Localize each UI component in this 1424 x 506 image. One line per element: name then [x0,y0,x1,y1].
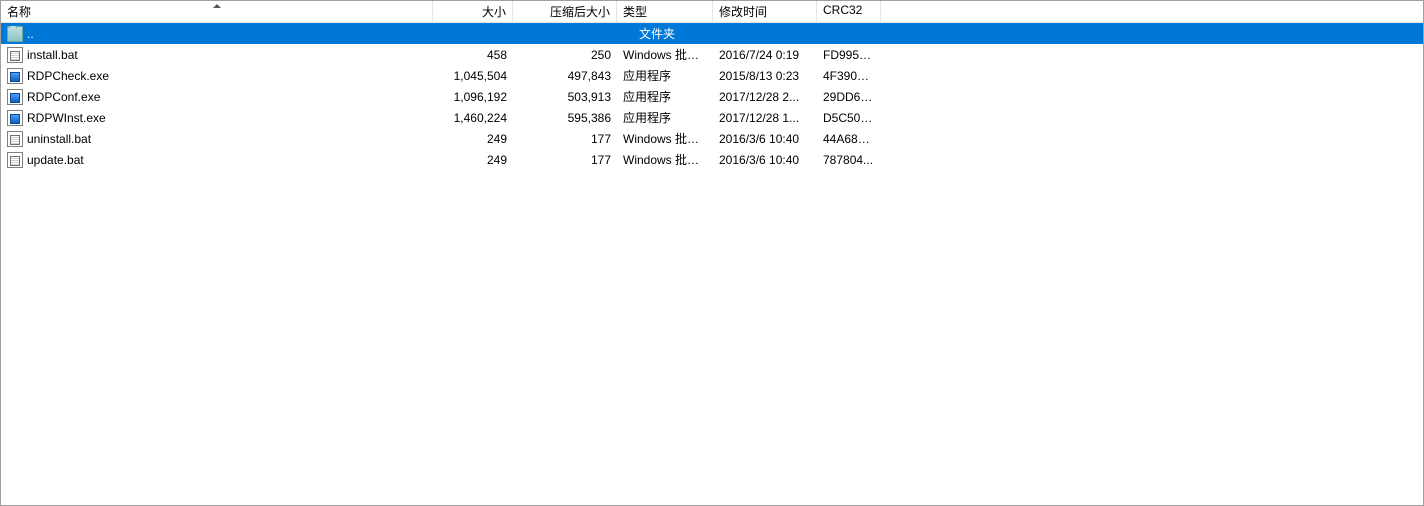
file-row[interactable]: RDPConf.exe 1,096,192503,913应用程序2017/12/2… [1,86,1423,107]
column-header-row: 名称 大小 压缩后大小 类型 修改时间 CRC32 [1,1,1423,23]
file-row[interactable]: RDPWInst.exe 1,460,224595,386应用程序2017/12/… [1,107,1423,128]
batch-file-icon [7,131,23,147]
file-crc: 4F390AEA [817,69,881,83]
file-compressed-size: 503,913 [513,90,617,104]
file-compressed-size: 177 [513,132,617,146]
file-row[interactable]: uninstall.bat 249177Windows 批处理...2016/3/… [1,128,1423,149]
application-icon [7,110,23,126]
file-type: 应用程序 [617,67,713,84]
column-header-compressed-size[interactable]: 压缩后大小 [513,1,617,22]
file-size: 1,460,224 [433,111,513,125]
file-type: Windows 批处理... [617,46,713,63]
file-size: 249 [433,153,513,167]
file-crc: 787804... [817,153,881,167]
file-type: 应用程序 [617,109,713,126]
application-icon [7,68,23,84]
column-header-name[interactable]: 名称 [1,1,433,22]
file-rows-container: install.bat458250Windows 批处理...2016/7/24… [1,44,1423,170]
file-size: 249 [433,132,513,146]
column-header-type[interactable]: 类型 [617,1,713,22]
file-name: update.bat [27,153,84,167]
file-name: RDPWInst.exe [27,111,106,125]
folder-icon [7,26,23,42]
file-compressed-size: 177 [513,153,617,167]
file-name: RDPConf.exe [27,90,100,104]
file-list-panel: 名称 大小 压缩后大小 类型 修改时间 CRC32 .. 文件夹 install… [0,0,1424,506]
file-compressed-size: 250 [513,48,617,62]
file-row[interactable]: RDPCheck.exe 1,045,504497,843应用程序2015/8/1… [1,65,1423,86]
file-size: 1,096,192 [433,90,513,104]
parent-folder-row[interactable]: .. 文件夹 [1,23,1423,44]
column-header-crc[interactable]: CRC32 [817,1,881,22]
file-crc: 44A68921 [817,132,881,146]
file-date: 2015/8/13 0:23 [713,69,817,83]
file-date: 2016/3/6 10:40 [713,132,817,146]
file-row[interactable]: install.bat 458250Windows 批处理...2016/7/24… [1,44,1423,65]
file-type: Windows 批处理... [617,130,713,147]
file-compressed-size: 595,386 [513,111,617,125]
file-size: 458 [433,48,513,62]
file-type: Windows 批处理... [617,151,713,168]
file-date: 2016/7/24 0:19 [713,48,817,62]
file-crc: D5C505... [817,111,881,125]
column-header-date[interactable]: 修改时间 [713,1,817,22]
file-size: 1,045,504 [433,69,513,83]
file-name: install.bat [27,48,78,62]
application-icon [7,89,23,105]
parent-folder-type: 文件夹 [433,25,881,42]
batch-file-icon [7,152,23,168]
file-type: 应用程序 [617,88,713,105]
file-date: 2017/12/28 2... [713,90,817,104]
file-date: 2016/3/6 10:40 [713,153,817,167]
file-name: uninstall.bat [27,132,91,146]
column-header-size[interactable]: 大小 [433,1,513,22]
parent-folder-name: .. [27,27,34,41]
file-name: RDPCheck.exe [27,69,109,83]
file-crc: 29DD63... [817,90,881,104]
file-crc: FD9956A7 [817,48,881,62]
file-date: 2017/12/28 1... [713,111,817,125]
batch-file-icon [7,47,23,63]
file-compressed-size: 497,843 [513,69,617,83]
file-row[interactable]: update.bat 249177Windows 批处理...2016/3/6 1… [1,149,1423,170]
